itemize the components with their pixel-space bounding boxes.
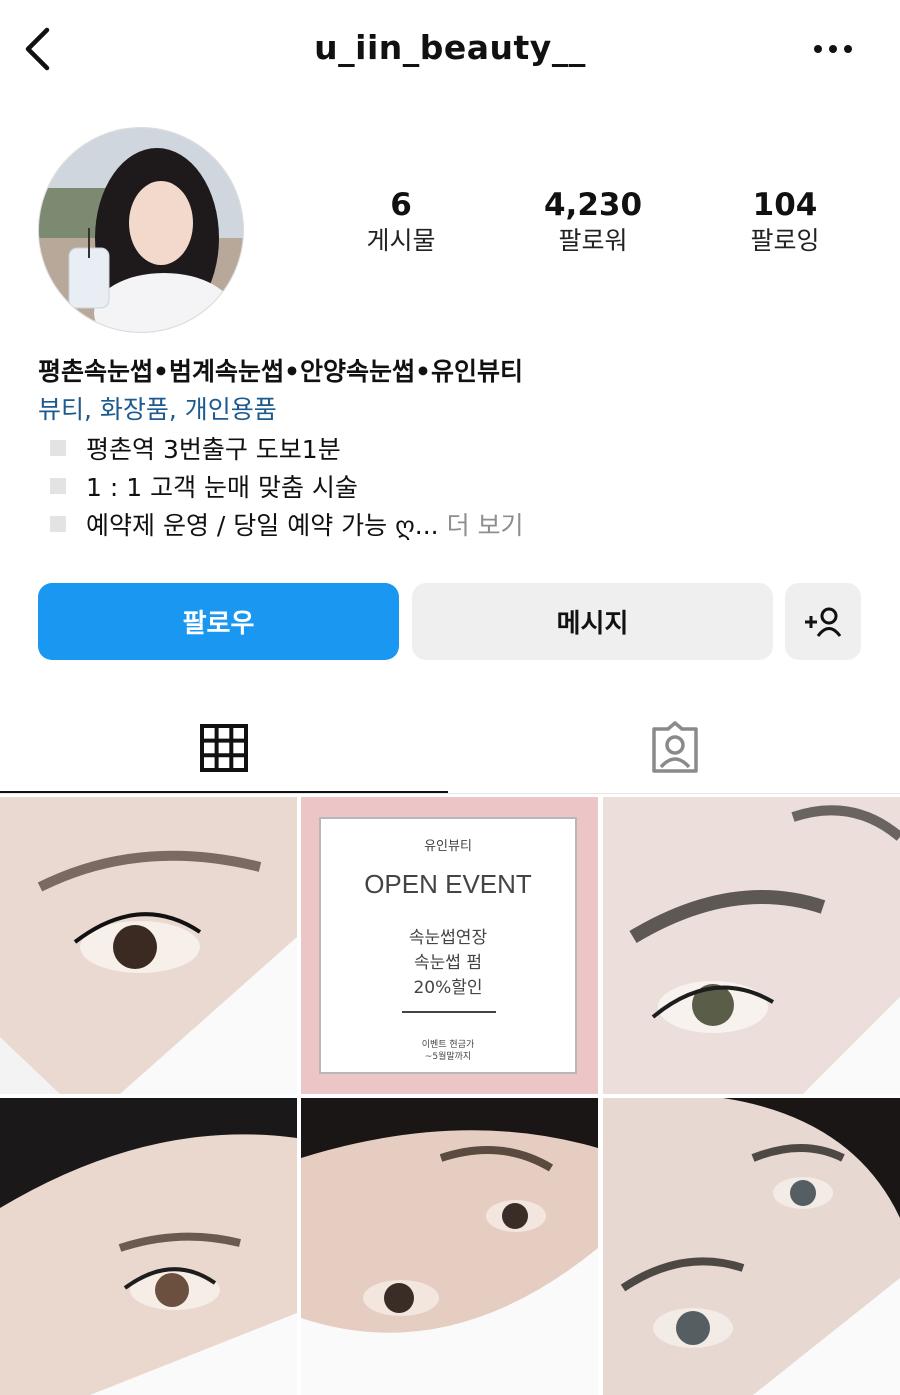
message-button[interactable]: 메시지 xyxy=(412,583,773,660)
bio-line-text: 평촌역 3번출구 도보1분 xyxy=(86,435,341,464)
event-line: 속눈썹연장 xyxy=(408,928,488,948)
post-thumbnail[interactable] xyxy=(0,797,297,1094)
tabs-divider xyxy=(0,793,900,794)
bio-line-text: 예약제 운영 / 당일 예약 가능 ღ... xyxy=(86,511,439,540)
post-thumbnail[interactable] xyxy=(301,1098,598,1395)
bio-line: 1 : 1 고객 눈매 맞춤 시술 xyxy=(50,468,358,504)
eyelash-photo xyxy=(603,1098,900,1395)
suggest-users-button[interactable] xyxy=(785,583,861,660)
posts-count: 6 게시물 xyxy=(311,186,491,258)
bullet-square-icon xyxy=(50,478,66,494)
followers-count[interactable]: 4,230 팔로워 xyxy=(503,186,683,258)
posts-label: 게시물 xyxy=(366,226,436,255)
active-tab-indicator xyxy=(0,791,448,793)
following-value: 104 xyxy=(752,187,818,223)
bio-name: 평촌속눈썹•범계속눈썹•안양속눈썹•유인뷰티 xyxy=(38,357,523,386)
profile-avatar[interactable] xyxy=(38,127,244,333)
followers-value: 4,230 xyxy=(543,187,643,223)
post-thumbnail[interactable] xyxy=(0,1098,297,1395)
bullet-square-icon xyxy=(50,516,66,532)
tab-posts-grid[interactable] xyxy=(0,703,448,793)
event-footnote: ~5월말까지 xyxy=(424,1052,472,1062)
bio-more-link[interactable]: 더 보기 xyxy=(447,506,524,542)
grid-icon xyxy=(200,724,248,772)
bio-category: 뷰티, 화장품, 개인용품 xyxy=(38,395,277,424)
eyelash-photo xyxy=(0,797,297,1094)
eyelash-photo xyxy=(603,797,900,1094)
event-brand: 유인뷰티 xyxy=(424,839,472,854)
tagged-person-icon xyxy=(652,721,698,773)
post-thumbnail[interactable] xyxy=(603,797,900,1094)
following-count[interactable]: 104 팔로잉 xyxy=(695,186,875,258)
add-person-icon xyxy=(805,607,842,637)
eyelash-photo xyxy=(301,1098,598,1395)
eyelash-photo xyxy=(0,1098,297,1395)
avatar-photo xyxy=(39,128,243,332)
follow-button[interactable]: 팔로우 xyxy=(38,583,399,660)
event-line: 속눈썹 펌 xyxy=(414,953,482,973)
bullet-square-icon xyxy=(50,440,66,456)
post-thumbnail[interactable] xyxy=(603,1098,900,1395)
post-thumbnail-event[interactable]: 유인뷰티 OPEN EVENT 속눈썹연장 속눈썹 펌 20%할인 이벤트 현금… xyxy=(301,797,598,1094)
event-headline: OPEN EVENT xyxy=(364,869,532,899)
more-horizontal-icon xyxy=(814,45,852,53)
bio-line: 예약제 운영 / 당일 예약 가능 ღ... 더 보기 xyxy=(50,506,524,542)
tab-tagged[interactable] xyxy=(450,703,900,793)
bio-line-text: 1 : 1 고객 눈매 맞춤 시술 xyxy=(86,473,358,502)
posts-value: 6 xyxy=(390,187,412,223)
profile-username: u_iin_beauty__ xyxy=(314,28,586,67)
event-discount: 20%할인 xyxy=(413,978,483,998)
event-card: 유인뷰티 OPEN EVENT 속눈썹연장 속눈썹 펌 20%할인 이벤트 현금… xyxy=(319,817,577,1074)
bio-line: 평촌역 3번출구 도보1분 xyxy=(50,430,341,466)
event-divider xyxy=(402,1011,496,1013)
followers-label: 팔로워 xyxy=(558,226,628,255)
more-options-button[interactable] xyxy=(808,26,858,72)
following-label: 팔로잉 xyxy=(750,226,820,255)
